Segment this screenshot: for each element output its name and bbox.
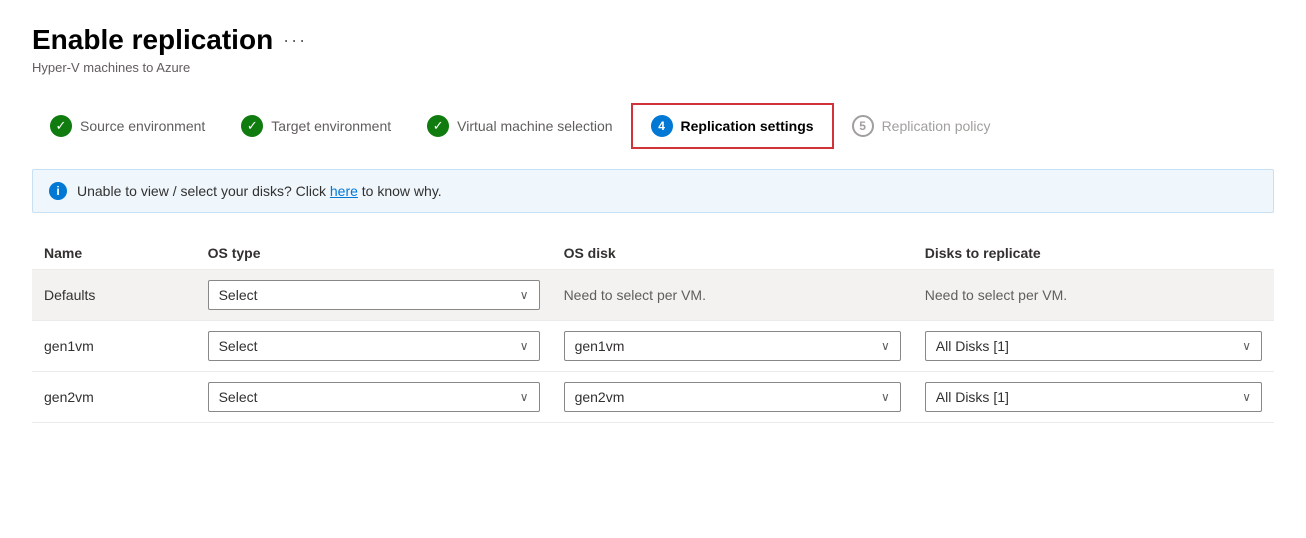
step-target-environment[interactable]: ✓ Target environment: [223, 105, 409, 147]
col-header-name: Name: [32, 237, 196, 270]
table-row-gen2vm: gen2vm Select ∨ gen2vm ∨ All Disks [1] ∨: [32, 372, 1274, 423]
chevron-down-icon-os-type-defaults: ∨: [520, 288, 529, 302]
more-options-icon[interactable]: ···: [283, 30, 307, 51]
dropdown-value-os-disk-gen2vm: gen2vm: [575, 389, 625, 405]
dropdown-disks-replicate-gen1vm[interactable]: All Disks [1] ∨: [925, 331, 1262, 361]
step-number-icon-policy: 5: [852, 115, 874, 137]
cell-name-gen1vm: gen1vm: [32, 321, 196, 372]
table-row-defaults: Defaults Select ∨ Need to select per VM.…: [32, 270, 1274, 321]
dropdown-value-os-type-gen2vm: Select: [219, 389, 258, 405]
step-check-icon-vm: ✓: [427, 115, 449, 137]
info-icon: i: [49, 182, 67, 200]
page-subtitle: Hyper-V machines to Azure: [32, 60, 1274, 75]
step-vm-selection[interactable]: ✓ Virtual machine selection: [409, 105, 630, 147]
cell-name-gen2vm: gen2vm: [32, 372, 196, 423]
static-os-disk-defaults: Need to select per VM.: [564, 287, 706, 303]
cell-os-disk-gen1vm: gen1vm ∨: [552, 321, 913, 372]
step-label-replication: Replication settings: [681, 118, 814, 134]
step-check-icon-source: ✓: [50, 115, 72, 137]
dropdown-os-type-gen1vm[interactable]: Select ∨: [208, 331, 540, 361]
steps-bar: ✓ Source environment ✓ Target environmen…: [32, 103, 1274, 149]
col-header-os-disk: OS disk: [552, 237, 913, 270]
dropdown-os-disk-gen2vm[interactable]: gen2vm ∨: [564, 382, 901, 412]
step-label-source: Source environment: [80, 118, 205, 134]
chevron-down-icon-disks-gen2vm: ∨: [1242, 390, 1251, 404]
step-number-icon-replication: 4: [651, 115, 673, 137]
cell-os-disk-defaults: Need to select per VM.: [552, 270, 913, 321]
cell-os-type-gen1vm: Select ∨: [196, 321, 552, 372]
step-label-vm: Virtual machine selection: [457, 118, 612, 134]
page-title: Enable replication: [32, 24, 273, 56]
step-check-icon-target: ✓: [241, 115, 263, 137]
step-label-policy: Replication policy: [882, 118, 991, 134]
cell-os-type-defaults: Select ∨: [196, 270, 552, 321]
static-disks-replicate-defaults: Need to select per VM.: [925, 287, 1067, 303]
chevron-down-icon-os-type-gen1vm: ∨: [520, 339, 529, 353]
dropdown-os-type-defaults[interactable]: Select ∨: [208, 280, 540, 310]
cell-disks-replicate-gen2vm: All Disks [1] ∨: [913, 372, 1274, 423]
cell-disks-replicate-defaults: Need to select per VM.: [913, 270, 1274, 321]
col-header-os-type: OS type: [196, 237, 552, 270]
cell-os-disk-gen2vm: gen2vm ∨: [552, 372, 913, 423]
table-row-gen1vm: gen1vm Select ∨ gen1vm ∨ All Disks [1] ∨: [32, 321, 1274, 372]
chevron-down-icon-disks-gen1vm: ∨: [1242, 339, 1251, 353]
info-link[interactable]: here: [330, 183, 358, 199]
dropdown-value-os-type-gen1vm: Select: [219, 338, 258, 354]
step-source-environment[interactable]: ✓ Source environment: [32, 105, 223, 147]
cell-name-defaults: Defaults: [32, 270, 196, 321]
dropdown-value-os-disk-gen1vm: gen1vm: [575, 338, 625, 354]
dropdown-value-disks-replicate-gen2vm: All Disks [1]: [936, 389, 1009, 405]
col-header-disks-replicate: Disks to replicate: [913, 237, 1274, 270]
cell-os-type-gen2vm: Select ∨: [196, 372, 552, 423]
replication-table: Name OS type OS disk Disks to replicate …: [32, 237, 1274, 423]
page-header: Enable replication ··· Hyper-V machines …: [32, 24, 1274, 75]
dropdown-os-type-gen2vm[interactable]: Select ∨: [208, 382, 540, 412]
cell-disks-replicate-gen1vm: All Disks [1] ∨: [913, 321, 1274, 372]
step-label-target: Target environment: [271, 118, 391, 134]
dropdown-os-disk-gen1vm[interactable]: gen1vm ∨: [564, 331, 901, 361]
info-text: Unable to view / select your disks? Clic…: [77, 183, 442, 199]
step-replication-policy[interactable]: 5 Replication policy: [834, 105, 1009, 147]
chevron-down-icon-os-disk-gen2vm: ∨: [881, 390, 890, 404]
chevron-down-icon-os-type-gen2vm: ∨: [520, 390, 529, 404]
info-banner: i Unable to view / select your disks? Cl…: [32, 169, 1274, 213]
dropdown-disks-replicate-gen2vm[interactable]: All Disks [1] ∨: [925, 382, 1262, 412]
step-replication-settings[interactable]: 4 Replication settings: [631, 103, 834, 149]
dropdown-value-os-type-defaults: Select: [219, 287, 258, 303]
dropdown-value-disks-replicate-gen1vm: All Disks [1]: [936, 338, 1009, 354]
chevron-down-icon-os-disk-gen1vm: ∨: [881, 339, 890, 353]
